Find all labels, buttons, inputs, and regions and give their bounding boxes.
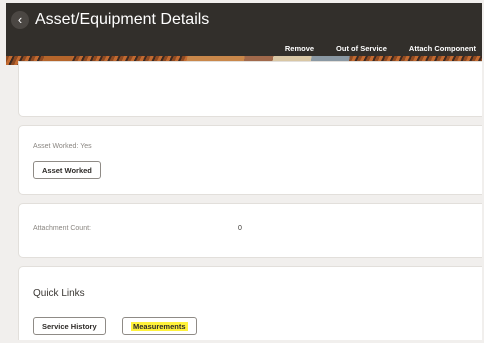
service-history-button[interactable]: Service History <box>33 317 106 335</box>
chevron-left-icon: ‹ <box>17 12 23 27</box>
quick-links-title: Quick Links <box>33 288 85 299</box>
attachment-count-label: Attachment Count: <box>33 225 91 232</box>
attach-component-button[interactable]: Attach Component <box>409 44 476 53</box>
app-frame: ‹ Asset/Equipment Details Remove Out of … <box>6 3 482 340</box>
remove-button[interactable]: Remove <box>285 44 314 53</box>
measurements-button[interactable]: Measurements <box>122 317 197 335</box>
asset-worked-label: Asset Worked: Yes <box>33 143 92 150</box>
asset-worked-card: Asset Worked: Yes Asset Worked <box>18 125 482 195</box>
top-card <box>18 61 482 117</box>
page-title: Asset/Equipment Details <box>35 11 210 28</box>
attachment-card: Attachment Count: 0 <box>18 203 482 258</box>
attachment-count-value: 0 <box>238 225 242 232</box>
header-actions: Remove Out of Service Attach Component <box>285 44 476 53</box>
back-button[interactable]: ‹ <box>11 11 29 29</box>
measurements-highlight: Measurements <box>131 322 188 331</box>
page-header: ‹ Asset/Equipment Details Remove Out of … <box>6 3 482 65</box>
quick-links-card: Quick Links Service History Measurements <box>18 266 482 340</box>
out-of-service-button[interactable]: Out of Service <box>336 44 387 53</box>
asset-worked-button[interactable]: Asset Worked <box>33 161 101 179</box>
